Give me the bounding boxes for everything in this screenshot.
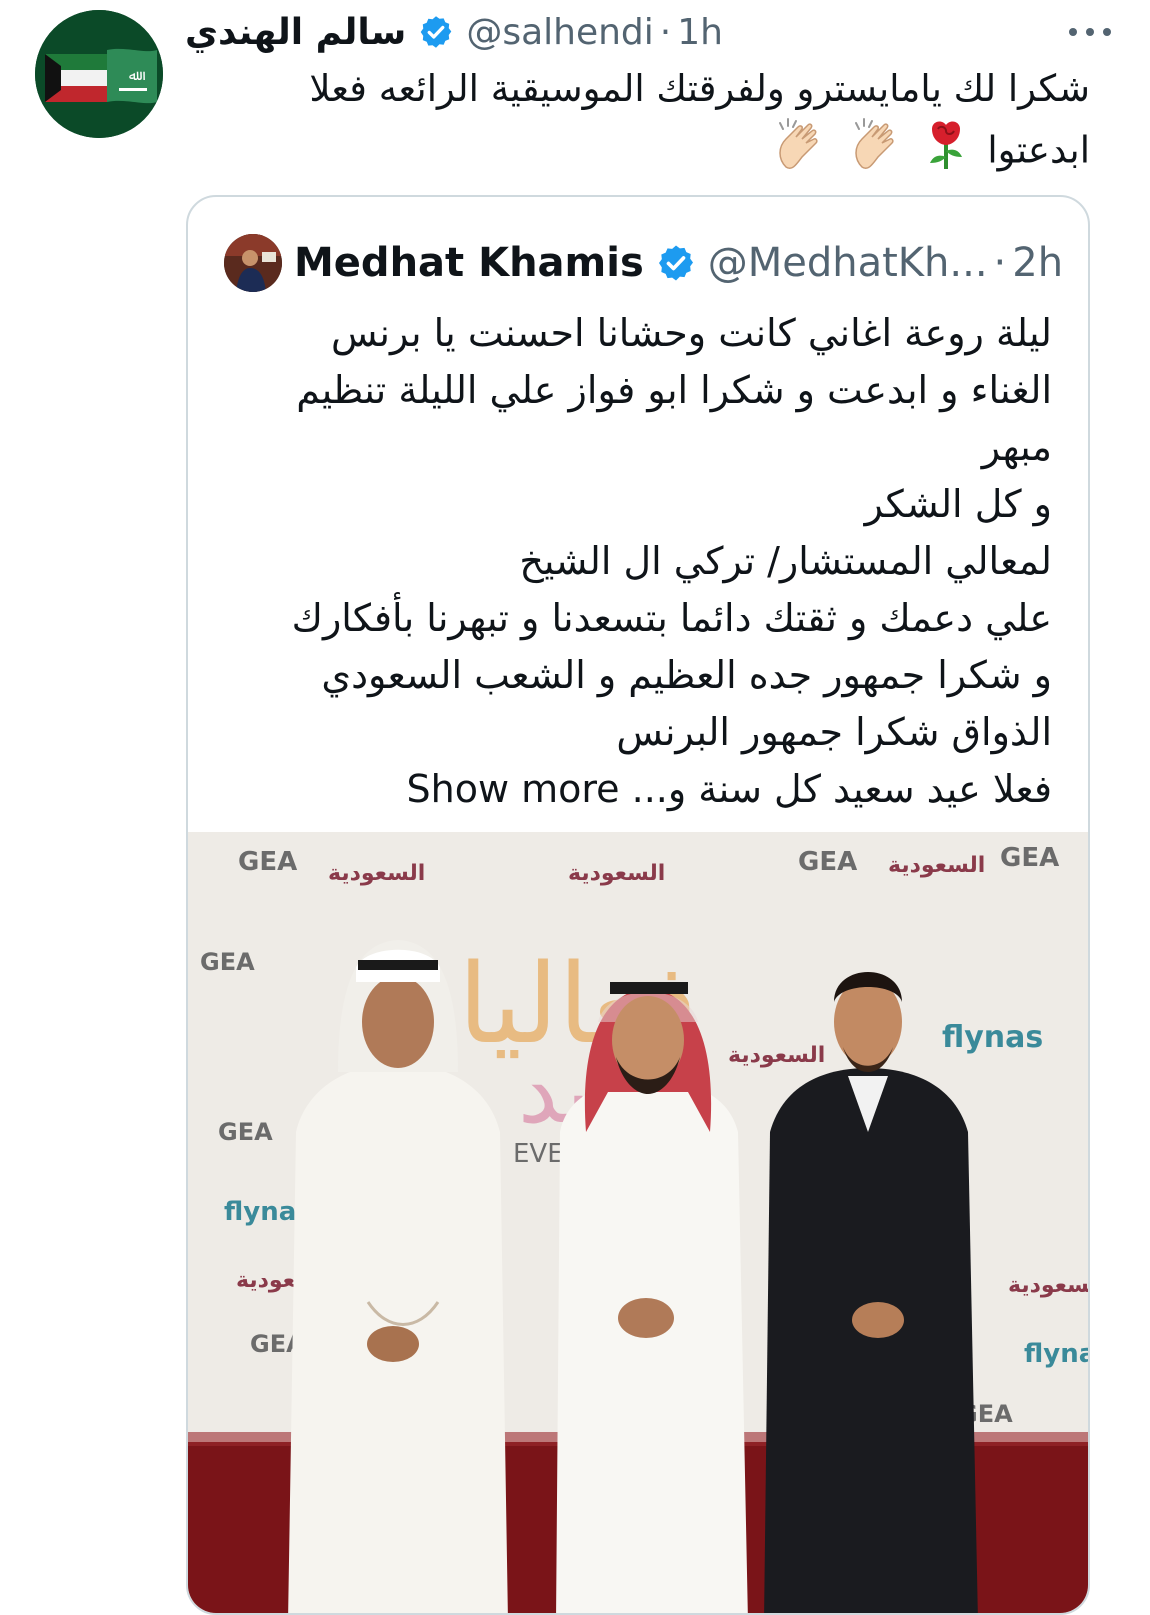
author-handle[interactable]: @salhendi xyxy=(466,12,653,53)
verified-badge-icon xyxy=(656,243,696,283)
quoted-tweet-card[interactable]: Medhat Khamis @MedhatKh... · 2h ليلة روع… xyxy=(186,195,1090,1615)
quoted-text-line: و شكرا جمهور جده العظيم و الشعب السعودي xyxy=(321,653,1052,697)
clapping-hands-icon xyxy=(848,117,904,187)
backdrop-logo-text: GEA xyxy=(238,847,297,877)
more-options-icon[interactable] xyxy=(1065,22,1115,42)
backdrop-logo-text: السعودية xyxy=(328,861,425,886)
tweet-text-line: ابدعتوا xyxy=(200,117,1090,187)
verified-badge-icon xyxy=(418,14,454,50)
author-display-name[interactable]: سالم الهندي xyxy=(185,12,406,53)
quoted-tweet-timestamp[interactable]: 2h xyxy=(1012,240,1063,286)
quoted-text-last-line: فعلا عيد سعيد كل سنة و... Show more xyxy=(248,761,1052,818)
backdrop-logo-text: flyna xyxy=(1024,1339,1090,1369)
quoted-text-line: الغناء و ابدعت و شكرا ابو فواز علي الليل… xyxy=(296,368,1052,412)
rose-emoji-icon xyxy=(924,119,968,185)
backdrop-logo-text: flyna xyxy=(224,1197,296,1227)
quoted-text-line: مبهر xyxy=(981,425,1052,469)
quoted-author-avatar[interactable] xyxy=(224,234,282,292)
author-avatar[interactable]: ﷲ xyxy=(35,10,163,138)
quoted-tweet-photo[interactable]: GEA GEA GEA GEA GEA GEA GEA flynas flyna… xyxy=(188,832,1090,1613)
separator-dot: · xyxy=(993,240,1007,286)
tweet-text-word: ابدعتوا xyxy=(987,128,1090,172)
backdrop-logo-text: السعودية xyxy=(728,1043,825,1068)
quoted-text-line: الذواق شكرا جمهور البرنس xyxy=(616,710,1052,754)
separator-dot: · xyxy=(659,11,672,53)
clapping-hands-icon xyxy=(772,117,828,187)
quoted-tweet-text: ليلة روعة اغاني كانت وحشانا احسنت يا برن… xyxy=(248,305,1052,818)
quoted-text-line: و كل الشكر xyxy=(864,482,1052,526)
show-more-link[interactable]: Show more xyxy=(406,767,619,811)
backdrop-logo-text: السعودية xyxy=(1008,1273,1090,1298)
quoted-author-display-name[interactable]: Medhat Khamis xyxy=(294,240,644,286)
backdrop-logo-text: GEA xyxy=(1000,843,1059,873)
quoted-tweet-header: Medhat Khamis @MedhatKh... · 2h xyxy=(224,233,1063,293)
tweet-text: شكرا لك يامايسترو ولفرقتك الموسيقية الرا… xyxy=(200,62,1090,187)
backdrop-logo-text: flynas xyxy=(942,1020,1043,1055)
backdrop-logo-text: GEA xyxy=(218,1118,273,1146)
backdrop-logo-text: GEA xyxy=(200,948,255,976)
quoted-text-line: لمعالي المستشار/ تركي ال الشيخ xyxy=(519,539,1052,583)
tweet-header: سالم الهندي @salhendi · 1h xyxy=(185,6,1092,58)
tweet-timestamp[interactable]: 1h xyxy=(677,12,723,53)
quoted-text-line: ليلة روعة اغاني كانت وحشانا احسنت يا برن… xyxy=(330,311,1052,355)
quoted-author-handle[interactable]: @MedhatKh... xyxy=(708,240,988,286)
backdrop-logo-text: السعودية xyxy=(568,861,665,886)
quoted-text-truncated: فعلا عيد سعيد كل سنة و... xyxy=(631,767,1052,811)
quoted-text-line: علي دعمك و ثقتك دائما بتسعدنا و تبهرنا ب… xyxy=(291,596,1052,640)
tweet-text-line: شكرا لك يامايسترو ولفرقتك الموسيقية الرا… xyxy=(309,67,1090,110)
backdrop-logo-text: GEA xyxy=(798,847,857,877)
backdrop-logo-text: السعودية xyxy=(888,853,985,878)
